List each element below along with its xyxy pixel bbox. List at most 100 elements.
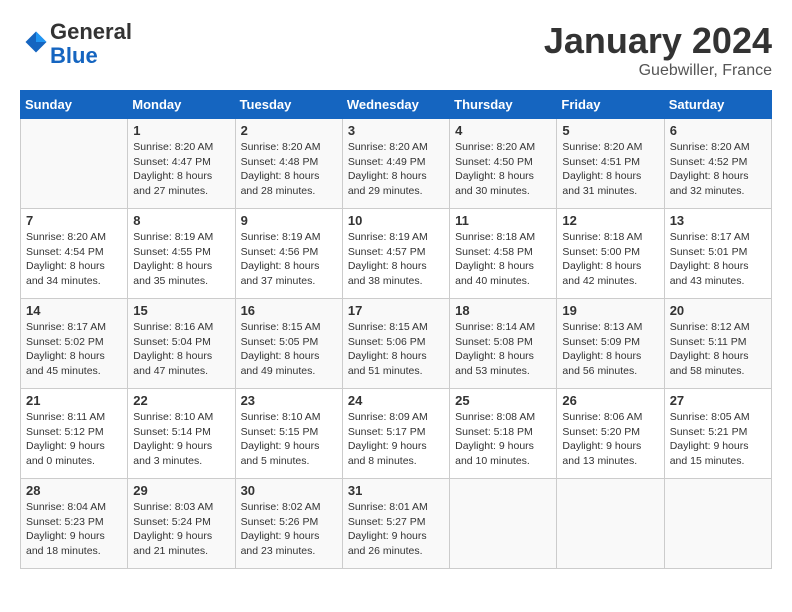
day-info: Sunrise: 8:20 AMSunset: 4:50 PMDaylight:… xyxy=(455,140,551,199)
day-number: 16 xyxy=(241,303,337,318)
day-number: 11 xyxy=(455,213,551,228)
weekday-header-friday: Friday xyxy=(557,91,664,119)
calendar-cell xyxy=(21,119,128,209)
calendar-cell: 2 Sunrise: 8:20 AMSunset: 4:48 PMDaylight… xyxy=(235,119,342,209)
calendar-cell: 3 Sunrise: 8:20 AMSunset: 4:49 PMDaylight… xyxy=(342,119,449,209)
day-number: 22 xyxy=(133,393,229,408)
calendar-cell xyxy=(557,479,664,569)
calendar-cell: 28Sunrise: 8:04 AMSunset: 5:23 PMDayligh… xyxy=(21,479,128,569)
calendar-cell: 25 Sunrise: 8:08 AMSunset: 5:18 PMDayligh… xyxy=(450,389,557,479)
logo-blue-text: Blue xyxy=(50,43,98,68)
day-info: Sunrise: 8:09 AMSunset: 5:17 PMDaylight:… xyxy=(348,410,444,469)
day-info: Sunrise: 8:19 AMSunset: 4:55 PMDaylight:… xyxy=(133,230,229,289)
day-number: 2 xyxy=(241,123,337,138)
day-number: 9 xyxy=(241,213,337,228)
day-number: 27 xyxy=(670,393,766,408)
calendar-cell: 1Sunrise: 8:20 AMSunset: 4:47 PMDaylight… xyxy=(128,119,235,209)
day-info: Sunrise: 8:14 AMSunset: 5:08 PMDaylight:… xyxy=(455,320,551,379)
calendar-cell: 19Sunrise: 8:13 AMSunset: 5:09 PMDayligh… xyxy=(557,299,664,389)
day-info: Sunrise: 8:06 AMSunset: 5:20 PMDaylight:… xyxy=(562,410,658,469)
day-number: 31 xyxy=(348,483,444,498)
calendar-subtitle: Guebwiller, France xyxy=(544,62,772,80)
calendar-cell: 26Sunrise: 8:06 AMSunset: 5:20 PMDayligh… xyxy=(557,389,664,479)
day-number: 6 xyxy=(670,123,766,138)
calendar-cell: 24 Sunrise: 8:09 AMSunset: 5:17 PMDayligh… xyxy=(342,389,449,479)
calendar-cell: 7 Sunrise: 8:20 AMSunset: 4:54 PMDaylight… xyxy=(21,209,128,299)
day-info: Sunrise: 8:19 AMSunset: 4:57 PMDaylight:… xyxy=(348,230,444,289)
calendar-cell: 4Sunrise: 8:20 AMSunset: 4:50 PMDaylight… xyxy=(450,119,557,209)
day-info: Sunrise: 8:03 AMSunset: 5:24 PMDaylight:… xyxy=(133,500,229,559)
week-row-5: 28Sunrise: 8:04 AMSunset: 5:23 PMDayligh… xyxy=(21,479,772,569)
day-info: Sunrise: 8:20 AMSunset: 4:49 PMDaylight:… xyxy=(348,140,444,199)
weekday-header-tuesday: Tuesday xyxy=(235,91,342,119)
calendar-cell: 5Sunrise: 8:20 AMSunset: 4:51 PMDaylight… xyxy=(557,119,664,209)
page-header: General Blue January 2024 Guebwiller, Fr… xyxy=(20,20,772,80)
logo-icon xyxy=(22,28,50,56)
day-number: 23 xyxy=(241,393,337,408)
calendar-cell: 30 Sunrise: 8:02 AMSunset: 5:26 PMDayligh… xyxy=(235,479,342,569)
day-number: 29 xyxy=(133,483,229,498)
logo: General Blue xyxy=(20,20,132,68)
day-number: 17 xyxy=(348,303,444,318)
day-number: 14 xyxy=(26,303,122,318)
day-info: Sunrise: 8:11 AMSunset: 5:12 PMDaylight:… xyxy=(26,410,122,469)
calendar-cell: 23Sunrise: 8:10 AMSunset: 5:15 PMDayligh… xyxy=(235,389,342,479)
calendar-cell: 13 Sunrise: 8:17 AMSunset: 5:01 PMDayligh… xyxy=(664,209,771,299)
calendar-cell: 16 Sunrise: 8:15 AMSunset: 5:05 PMDayligh… xyxy=(235,299,342,389)
week-row-1: 1Sunrise: 8:20 AMSunset: 4:47 PMDaylight… xyxy=(21,119,772,209)
calendar-cell: 6Sunrise: 8:20 AMSunset: 4:52 PMDaylight… xyxy=(664,119,771,209)
calendar-cell xyxy=(450,479,557,569)
week-row-4: 21Sunrise: 8:11 AMSunset: 5:12 PMDayligh… xyxy=(21,389,772,479)
calendar-cell: 31 Sunrise: 8:01 AMSunset: 5:27 PMDayligh… xyxy=(342,479,449,569)
calendar-cell: 27 Sunrise: 8:05 AMSunset: 5:21 PMDayligh… xyxy=(664,389,771,479)
weekday-header-wednesday: Wednesday xyxy=(342,91,449,119)
day-info: Sunrise: 8:04 AMSunset: 5:23 PMDaylight:… xyxy=(26,500,122,559)
day-info: Sunrise: 8:18 AMSunset: 4:58 PMDaylight:… xyxy=(455,230,551,289)
day-info: Sunrise: 8:12 AMSunset: 5:11 PMDaylight:… xyxy=(670,320,766,379)
calendar-cell: 10 Sunrise: 8:19 AMSunset: 4:57 PMDayligh… xyxy=(342,209,449,299)
week-row-2: 7 Sunrise: 8:20 AMSunset: 4:54 PMDaylight… xyxy=(21,209,772,299)
calendar-table: SundayMondayTuesdayWednesdayThursdayFrid… xyxy=(20,90,772,569)
day-number: 15 xyxy=(133,303,229,318)
logo-general-text: General xyxy=(50,19,132,44)
calendar-title: January 2024 xyxy=(544,20,772,62)
day-info: Sunrise: 8:20 AMSunset: 4:48 PMDaylight:… xyxy=(241,140,337,199)
weekday-header-thursday: Thursday xyxy=(450,91,557,119)
day-info: Sunrise: 8:15 AMSunset: 5:06 PMDaylight:… xyxy=(348,320,444,379)
day-info: Sunrise: 8:17 AMSunset: 5:02 PMDaylight:… xyxy=(26,320,122,379)
day-number: 3 xyxy=(348,123,444,138)
title-section: January 2024 Guebwiller, France xyxy=(544,20,772,80)
day-info: Sunrise: 8:15 AMSunset: 5:05 PMDaylight:… xyxy=(241,320,337,379)
calendar-cell: 21Sunrise: 8:11 AMSunset: 5:12 PMDayligh… xyxy=(21,389,128,479)
calendar-body: 1Sunrise: 8:20 AMSunset: 4:47 PMDaylight… xyxy=(21,119,772,569)
day-number: 19 xyxy=(562,303,658,318)
day-info: Sunrise: 8:17 AMSunset: 5:01 PMDaylight:… xyxy=(670,230,766,289)
calendar-cell: 22 Sunrise: 8:10 AMSunset: 5:14 PMDayligh… xyxy=(128,389,235,479)
calendar-cell: 29 Sunrise: 8:03 AMSunset: 5:24 PMDayligh… xyxy=(128,479,235,569)
day-number: 25 xyxy=(455,393,551,408)
day-number: 24 xyxy=(348,393,444,408)
day-number: 10 xyxy=(348,213,444,228)
day-info: Sunrise: 8:02 AMSunset: 5:26 PMDaylight:… xyxy=(241,500,337,559)
day-number: 7 xyxy=(26,213,122,228)
calendar-cell: 9Sunrise: 8:19 AMSunset: 4:56 PMDaylight… xyxy=(235,209,342,299)
day-info: Sunrise: 8:01 AMSunset: 5:27 PMDaylight:… xyxy=(348,500,444,559)
day-number: 30 xyxy=(241,483,337,498)
week-row-3: 14 Sunrise: 8:17 AMSunset: 5:02 PMDayligh… xyxy=(21,299,772,389)
day-info: Sunrise: 8:08 AMSunset: 5:18 PMDaylight:… xyxy=(455,410,551,469)
day-info: Sunrise: 8:10 AMSunset: 5:14 PMDaylight:… xyxy=(133,410,229,469)
calendar-cell: 17 Sunrise: 8:15 AMSunset: 5:06 PMDayligh… xyxy=(342,299,449,389)
day-number: 1 xyxy=(133,123,229,138)
day-number: 8 xyxy=(133,213,229,228)
calendar-cell: 18Sunrise: 8:14 AMSunset: 5:08 PMDayligh… xyxy=(450,299,557,389)
day-info: Sunrise: 8:20 AMSunset: 4:51 PMDaylight:… xyxy=(562,140,658,199)
day-number: 13 xyxy=(670,213,766,228)
day-info: Sunrise: 8:20 AMSunset: 4:54 PMDaylight:… xyxy=(26,230,122,289)
day-info: Sunrise: 8:18 AMSunset: 5:00 PMDaylight:… xyxy=(562,230,658,289)
calendar-cell: 15Sunrise: 8:16 AMSunset: 5:04 PMDayligh… xyxy=(128,299,235,389)
calendar-cell: 20 Sunrise: 8:12 AMSunset: 5:11 PMDayligh… xyxy=(664,299,771,389)
weekday-header-monday: Monday xyxy=(128,91,235,119)
weekday-header-saturday: Saturday xyxy=(664,91,771,119)
day-info: Sunrise: 8:05 AMSunset: 5:21 PMDaylight:… xyxy=(670,410,766,469)
day-number: 20 xyxy=(670,303,766,318)
